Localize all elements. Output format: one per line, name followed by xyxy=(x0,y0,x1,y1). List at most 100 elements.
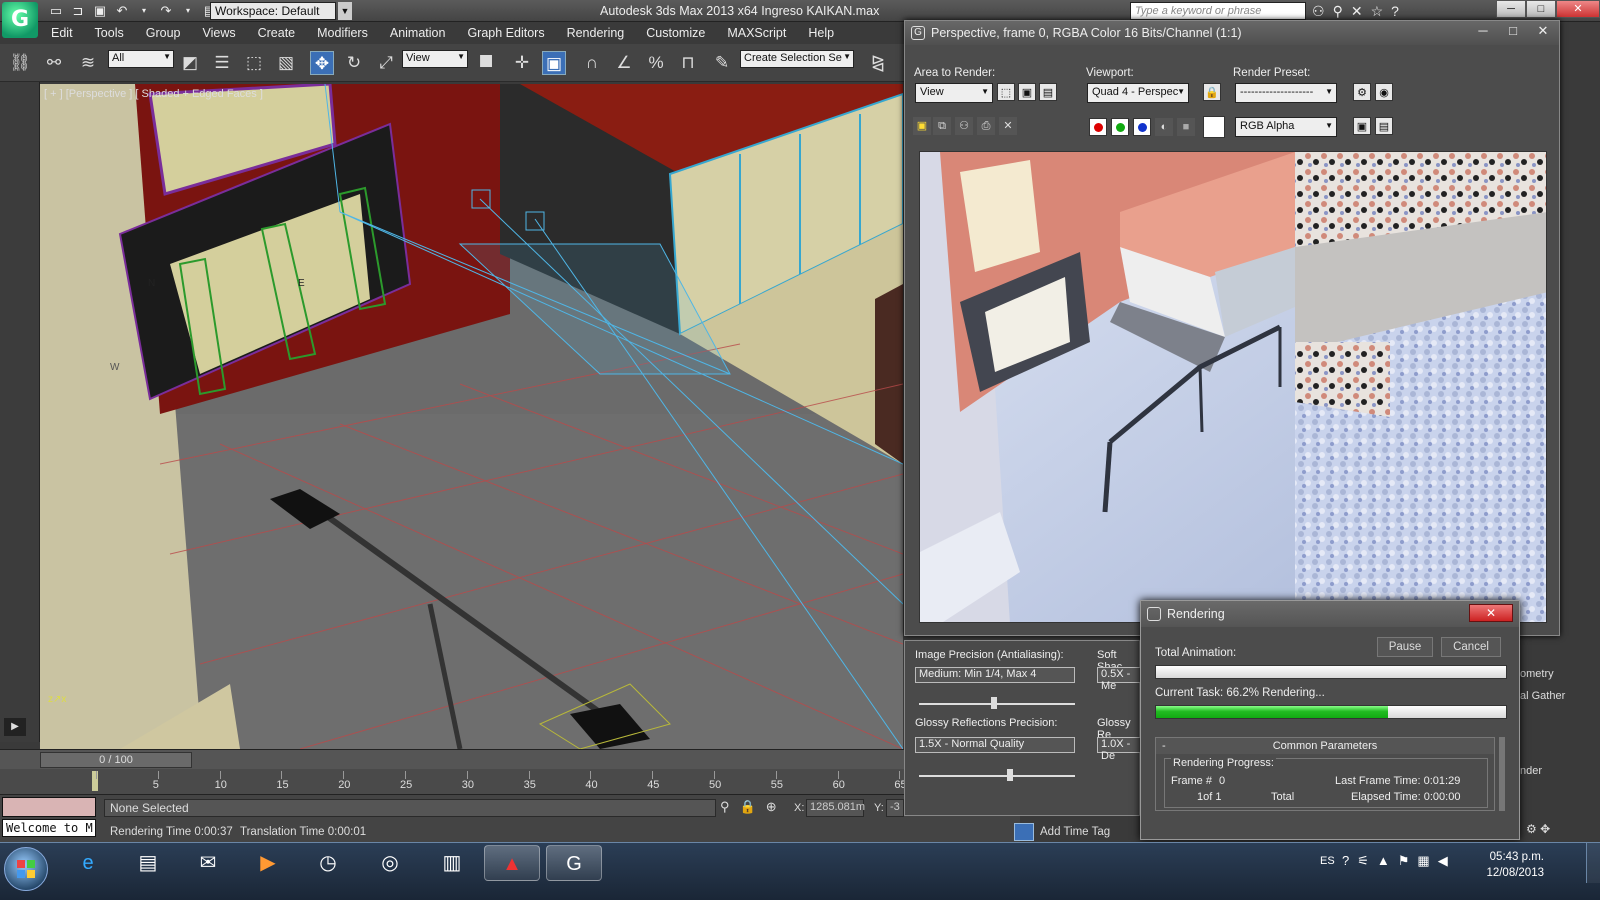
cancel-button[interactable]: Cancel xyxy=(1441,637,1501,657)
menu-customize[interactable]: Customize xyxy=(635,24,716,44)
red-channel-toggle[interactable] xyxy=(1089,118,1107,136)
common-parameters-header[interactable]: - Common Parameters xyxy=(1156,738,1494,754)
x-coordinate-field[interactable]: 1285.081m xyxy=(806,799,865,817)
time-slider[interactable]: 0 / 100 xyxy=(0,749,905,769)
autocad-icon[interactable]: ▲ xyxy=(484,845,540,881)
save-icon[interactable]: ▣ xyxy=(92,3,108,19)
language-indicator[interactable]: ES xyxy=(1320,855,1335,867)
maxscript-listener-swatch[interactable] xyxy=(2,797,96,817)
image-precision-field[interactable]: Medium: Min 1/4, Max 4 xyxy=(915,667,1075,683)
explorer-icon[interactable]: ▤ xyxy=(120,845,176,881)
mirror-icon[interactable]: ⧎ xyxy=(866,51,890,75)
start-button[interactable] xyxy=(4,847,48,891)
glossy-reflections-field[interactable]: 1.5X - Normal Quality xyxy=(915,737,1075,753)
viewport-nav-icon[interactable]: ⚙ ✥ xyxy=(1526,822,1550,836)
area-to-render-select[interactable]: View ▼ xyxy=(915,83,993,103)
edit-region-icon[interactable]: ⬚ xyxy=(997,83,1015,101)
angle-snap-icon[interactable]: ∠ xyxy=(612,51,636,75)
menu-help[interactable]: Help xyxy=(797,24,845,44)
selection-filter-select[interactable]: All ▼ xyxy=(108,50,174,68)
new-file-icon[interactable]: ▭ xyxy=(48,3,64,19)
manipulate-icon[interactable]: ✛ xyxy=(510,51,534,75)
media-player-icon[interactable]: ▶ xyxy=(240,845,296,881)
image-precision-slider-knob[interactable] xyxy=(991,697,997,709)
menu-tools[interactable]: Tools xyxy=(84,24,135,44)
pivot-center-icon[interactable]: ⯀ xyxy=(474,51,498,75)
select-scale-icon[interactable]: ⤢ xyxy=(374,51,398,75)
pause-button[interactable]: Pause xyxy=(1377,637,1433,657)
menu-views[interactable]: Views xyxy=(191,24,246,44)
network-tray-icon[interactable]: ▦ xyxy=(1417,853,1429,869)
undo-icon[interactable]: ↶ xyxy=(114,3,130,19)
absolute-mode-icon[interactable]: ⊕ xyxy=(766,799,777,815)
task-manager-icon[interactable]: ▥ xyxy=(424,845,480,881)
select-move-icon[interactable]: ✥ xyxy=(310,51,334,75)
show-desktop-button[interactable] xyxy=(1586,843,1600,883)
glossy-reflections-slider-knob[interactable] xyxy=(1007,769,1013,781)
select-rotate-icon[interactable]: ↻ xyxy=(342,51,366,75)
track-bar[interactable]: 5 10 15 20 25 30 35 40 45 50 55 60 65 xyxy=(0,769,907,795)
ref-coord-select[interactable]: View ▼ xyxy=(402,50,468,68)
edit-named-selection-icon[interactable]: ✎ xyxy=(710,51,734,75)
named-selection-set-input[interactable]: Create Selection Se ▼ xyxy=(740,50,854,68)
signin-icon[interactable]: ⚲ xyxy=(1333,3,1343,20)
signal-tray-icon[interactable]: ⚟ xyxy=(1357,853,1369,869)
link-icon[interactable]: ⛓ xyxy=(8,51,32,75)
lock-viewport-icon[interactable]: 🔒 xyxy=(1203,83,1221,101)
app-logo-icon[interactable]: G xyxy=(2,2,38,38)
clock-app-icon[interactable]: ◷ xyxy=(300,845,356,881)
taskbar-clock[interactable]: 05:43 p.m. 12/08/2013 xyxy=(1474,849,1544,881)
percent-snap-icon[interactable]: % xyxy=(644,51,668,75)
collapse-icon[interactable]: - xyxy=(1162,738,1166,754)
rw-close-button[interactable]: ✕ xyxy=(1533,23,1553,39)
menu-edit[interactable]: Edit xyxy=(40,24,84,44)
image-precision-slider-track[interactable] xyxy=(919,703,1075,705)
clone-frame-window-icon[interactable]: ⚇ xyxy=(955,117,973,135)
monochrome-icon[interactable]: ■ xyxy=(1177,118,1195,136)
workspace-dropdown-icon[interactable]: ▼ xyxy=(338,2,352,20)
toggle-ui-icon[interactable]: ▤ xyxy=(1375,117,1393,135)
render-preset-select[interactable]: -------------------- ▼ xyxy=(1235,83,1337,103)
undo-dropdown-icon[interactable]: ▾ xyxy=(136,3,152,19)
window-crossing-icon[interactable]: ▧ xyxy=(274,51,298,75)
green-channel-toggle[interactable] xyxy=(1111,118,1129,136)
crop-icon[interactable]: ▤ xyxy=(1039,83,1057,101)
menu-group[interactable]: Group xyxy=(135,24,192,44)
redo-icon[interactable]: ↷ xyxy=(158,3,174,19)
save-image-icon[interactable]: ▣ xyxy=(913,117,931,135)
rendered-image[interactable] xyxy=(919,151,1547,623)
time-tag-icon[interactable] xyxy=(1014,823,1034,841)
menu-rendering[interactable]: Rendering xyxy=(556,24,636,44)
add-time-tag[interactable]: Add Time Tag xyxy=(1040,826,1110,838)
play-icon[interactable]: ▶ xyxy=(4,718,26,736)
snaps-toggle-icon[interactable]: ∩ xyxy=(580,51,604,75)
bind-space-warp-icon[interactable]: ≋ xyxy=(76,51,100,75)
alpha-channel-icon[interactable]: ◐ xyxy=(1155,118,1173,136)
workspace-select[interactable]: Workspace: Default xyxy=(210,2,336,20)
menu-modifiers[interactable]: Modifiers xyxy=(306,24,379,44)
rw-maximize-button[interactable]: □ xyxy=(1503,23,1523,39)
favorites-star-icon[interactable]: ☆ xyxy=(1371,3,1384,20)
render-button-label[interactable]: nder xyxy=(1520,765,1542,777)
minimize-button[interactable]: ─ xyxy=(1496,0,1526,18)
flag-tray-icon[interactable]: ⚑ xyxy=(1398,853,1410,869)
maximize-button[interactable]: □ xyxy=(1526,0,1556,18)
open-file-icon[interactable]: ⊐ xyxy=(70,3,86,19)
final-gather-tab-label[interactable]: al Gather xyxy=(1520,690,1565,702)
isolate-icon[interactable]: ⚲ xyxy=(720,799,730,815)
environment-icon[interactable]: ◉ xyxy=(1375,83,1393,101)
select-object-icon[interactable]: ◩ xyxy=(178,51,202,75)
perspective-viewport[interactable]: [ + ] [Perspective ] [ Shaded + Edged Fa… xyxy=(40,84,903,749)
copy-image-icon[interactable]: ⧉ xyxy=(933,117,951,135)
menu-maxscript[interactable]: MAXScript xyxy=(716,24,797,44)
select-by-name-icon[interactable]: ☰ xyxy=(210,51,234,75)
show-hidden-icons-icon[interactable]: ▲ xyxy=(1377,853,1390,869)
soft-shadows-field[interactable]: 0.5X - Me xyxy=(1097,667,1141,692)
ie-icon[interactable]: e xyxy=(60,845,116,881)
3dsmax-icon[interactable]: G xyxy=(546,845,602,881)
clear-image-icon[interactable]: ✕ xyxy=(999,117,1017,135)
binoculars-icon[interactable]: ⚇ xyxy=(1312,3,1325,20)
render-setup-icon[interactable]: ⚙ xyxy=(1353,83,1371,101)
exchange-icon[interactable]: ✕ xyxy=(1351,3,1363,20)
print-image-icon[interactable]: ⎙ xyxy=(977,117,995,135)
